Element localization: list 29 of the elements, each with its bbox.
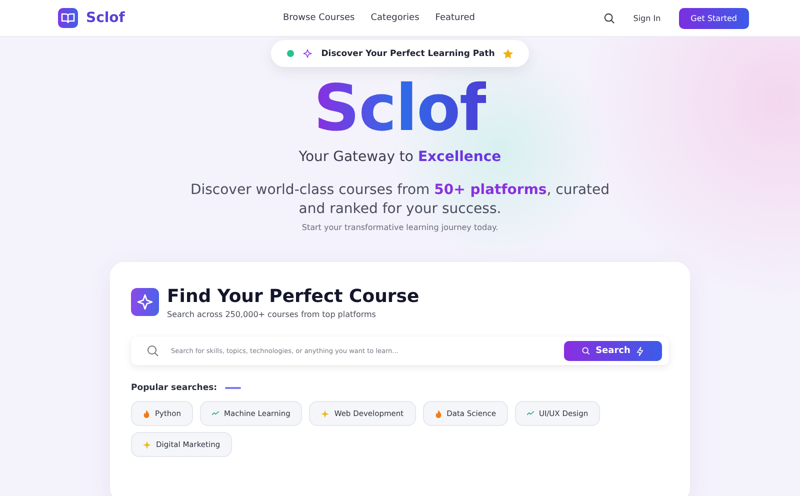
announcement-text: Discover Your Perfect Learning Path bbox=[321, 48, 495, 58]
trend-line-icon bbox=[212, 411, 219, 416]
card-subtitle: Search across 250,000+ courses from top platforms bbox=[167, 310, 377, 319]
search-icon bbox=[147, 345, 159, 357]
get-started-button[interactable]: Get Started bbox=[678, 8, 749, 28]
hero-tagline: Your Gateway to Excellence bbox=[298, 149, 502, 165]
logo-text[interactable]: Sclof bbox=[86, 10, 125, 26]
flame-icon bbox=[143, 410, 150, 418]
sparkle-icon bbox=[321, 410, 330, 418]
search-icon bbox=[582, 347, 590, 355]
flame-icon bbox=[434, 410, 442, 418]
nav-link[interactable]: Browse Courses bbox=[283, 13, 355, 23]
star-icon bbox=[502, 48, 513, 58]
hero-description: Discover world-class courses from 50+ platforms, curated and ranked for your success. bbox=[189, 181, 611, 219]
trend-line-icon bbox=[526, 411, 534, 416]
search-button[interactable]: Search bbox=[564, 341, 662, 361]
lightning-icon bbox=[636, 346, 644, 356]
sparkle-icon bbox=[143, 440, 151, 448]
sparkles-icon bbox=[131, 288, 159, 316]
logo-book-icon bbox=[58, 8, 78, 28]
nav-link[interactable]: Featured bbox=[435, 13, 475, 23]
card-title: Find Your Perfect Course bbox=[167, 286, 420, 307]
popular-searches-label: Popular searches: bbox=[131, 383, 218, 393]
status-dot bbox=[287, 50, 294, 57]
search-icon[interactable] bbox=[604, 12, 616, 24]
nav-link[interactable]: Categories bbox=[370, 13, 420, 23]
hero-subtext: Start your transformative learning journey today. bbox=[302, 223, 498, 232]
sparkle-icon bbox=[302, 48, 314, 59]
sign-in-link[interactable]: Sign In bbox=[633, 14, 661, 22]
